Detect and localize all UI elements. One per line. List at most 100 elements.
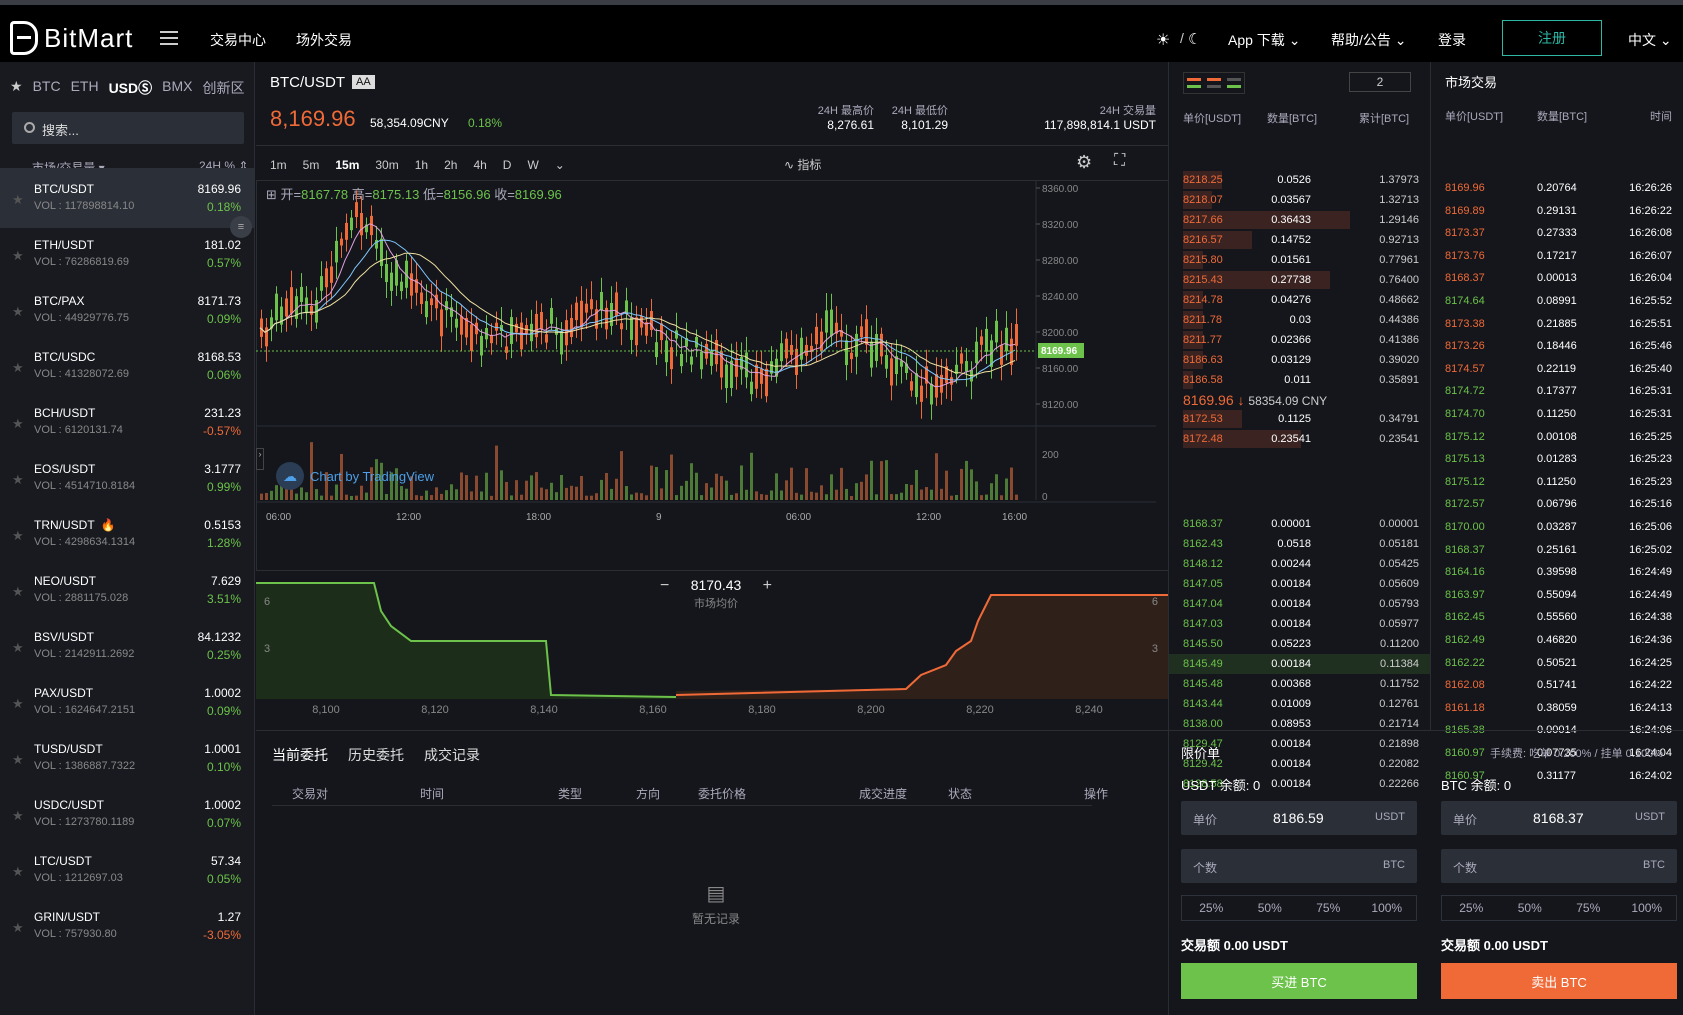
sell-price-input[interactable]: 单价 8168.37 USDT [1441, 801, 1677, 835]
chevron-down-icon[interactable]: ⌄ [555, 158, 565, 172]
interval-15m[interactable]: 15m [335, 158, 359, 172]
star-icon[interactable]: ★ [12, 584, 24, 600]
market-tab-1[interactable]: ETH [71, 78, 99, 98]
book-both-icon[interactable] [1187, 78, 1201, 88]
menu-icon[interactable] [160, 31, 178, 45]
sell-pct-0[interactable]: 25% [1442, 896, 1501, 920]
settings-gear-icon[interactable]: ⚙ [1076, 152, 1092, 173]
star-icon[interactable]: ★ [12, 864, 24, 880]
pair-row[interactable]: ★ BCH/USDT VOL : 6120131.74 231.23 -0.57% [0, 392, 255, 452]
kline-chart[interactable]: 1m 5m 15m 30m 1h 2h 4h D W ⌄ ∿ 指标 ⚙ ⛶ ⊞ 开=8167.78… [230, 146, 1168, 570]
interval-5m[interactable]: 5m [303, 158, 320, 172]
buy-pct-2[interactable]: 75% [1299, 896, 1358, 920]
ask-row[interactable]: 8211.77 0.02366 0.41386 [1169, 330, 1431, 350]
order-tab-2[interactable]: 成交记录 [424, 745, 480, 765]
interval-1m[interactable]: 1m [270, 158, 287, 172]
ask-row[interactable]: 8216.57 0.14752 0.92713 [1169, 230, 1431, 250]
interval-2h[interactable]: 2h [444, 158, 457, 172]
bid-row[interactable]: 8143.44 0.01009 0.12761 [1169, 694, 1431, 714]
star-icon[interactable]: ★ [12, 528, 24, 544]
ask-row[interactable]: 8186.63 0.03129 0.39020 [1169, 350, 1431, 370]
buy-pct-3[interactable]: 100% [1358, 896, 1417, 920]
brand-logo[interactable]: BitMart [10, 21, 133, 55]
ask-row[interactable]: 8217.66 0.36433 1.29146 [1169, 210, 1431, 230]
bid-row[interactable]: 8147.05 0.00184 0.05609 [1169, 574, 1431, 594]
sell-button[interactable]: 卖出 BTC [1441, 963, 1677, 999]
pair-row[interactable]: ★ USDC/USDT VOL : 1273780.1189 1.0002 0.07% [0, 784, 255, 844]
star-icon[interactable]: ★ [12, 248, 24, 264]
sell-pct-2[interactable]: 75% [1559, 896, 1618, 920]
bid-row[interactable]: 8168.37 0.00001 0.00001 [1169, 514, 1431, 534]
ask-row[interactable]: 8215.80 0.01561 0.77961 [1169, 250, 1431, 270]
star-icon[interactable]: ★ [12, 640, 24, 656]
buy-pct-1[interactable]: 50% [1241, 896, 1300, 920]
ticker-badge[interactable]: AA [352, 75, 375, 89]
order-tab-1[interactable]: 历史委托 [348, 745, 404, 765]
star-icon[interactable]: ★ [12, 920, 24, 936]
pair-row[interactable]: ★ ETH/USDT VOL : 76286819.69 181.02 0.57% [0, 224, 255, 284]
buy-qty-input[interactable]: 个数 BTC [1181, 849, 1417, 883]
star-icon[interactable]: ★ [12, 304, 24, 320]
zoom-out-icon[interactable]: − [660, 577, 669, 594]
interval-4h[interactable]: 4h [473, 158, 486, 172]
nav-help[interactable]: 帮助/公告 ⌄ [1331, 30, 1407, 50]
star-icon[interactable]: ★ [12, 192, 24, 208]
moon-icon[interactable]: ☾ [1188, 30, 1201, 48]
pair-row[interactable]: ★ NEO/USDT VOL : 2881175.028 7.629 3.51% [0, 560, 255, 620]
ask-row[interactable]: 8172.48 0.23541 0.23541 [1169, 429, 1431, 449]
bid-row[interactable]: 8145.49 0.00184 0.11384 [1169, 654, 1431, 674]
market-tab-2[interactable]: USDⓈ [109, 78, 153, 98]
depth-select[interactable]: 2 [1349, 72, 1411, 92]
zoom-in-icon[interactable]: + [763, 577, 772, 594]
drag-handle-icon[interactable]: ≡ [230, 216, 252, 238]
bid-row[interactable]: 8145.50 0.05223 0.11200 [1169, 634, 1431, 654]
bid-row[interactable]: 8162.43 0.0518 0.05181 [1169, 534, 1431, 554]
ask-row[interactable]: 8211.78 0.03 0.44386 [1169, 310, 1431, 330]
indicator-button[interactable]: ∿ 指标 [784, 156, 821, 173]
order-tab-0[interactable]: 当前委托 [272, 745, 328, 765]
pair-row[interactable]: ★ BSV/USDT VOL : 2142911.2692 84.1232 0.25% [0, 616, 255, 676]
sun-icon[interactable]: ☀ [1156, 30, 1170, 50]
sell-qty-input[interactable]: 个数 BTC [1441, 849, 1677, 883]
pair-row[interactable]: ★ BTC/USDT VOL : 117898814.10 8169.96 0.18% [0, 168, 255, 228]
ask-row[interactable]: 8218.07 0.03567 1.32713 [1169, 190, 1431, 210]
star-icon[interactable]: ★ [12, 808, 24, 824]
book-view-toggle[interactable] [1183, 72, 1245, 94]
pair-row[interactable]: ★ BTC/USDC VOL : 41328072.69 8168.53 0.06% [0, 336, 255, 396]
market-tab-3[interactable]: BMX [162, 78, 192, 98]
ask-row[interactable]: 8214.78 0.04276 0.48662 [1169, 290, 1431, 310]
ask-row[interactable]: 8172.53 0.1125 0.34791 [1169, 409, 1431, 429]
register-button[interactable]: 注册 [1502, 20, 1602, 56]
nav-otc[interactable]: 场外交易 [296, 30, 352, 50]
pair-row[interactable]: ★ BTC/PAX VOL : 44929776.75 8171.73 0.09% [0, 280, 255, 340]
bid-row[interactable]: 8148.12 0.00244 0.05425 [1169, 554, 1431, 574]
star-icon[interactable]: ★ [12, 752, 24, 768]
sell-pct-3[interactable]: 100% [1618, 896, 1677, 920]
interval-D[interactable]: D [503, 158, 512, 172]
favorites-star-icon[interactable]: ★ [10, 78, 23, 98]
language-select[interactable]: 中文 ⌄ [1628, 30, 1672, 50]
pair-row[interactable]: ★ TRN/USDT 🔥 VOL : 4298634.1314 0.5153 1.28% [0, 504, 255, 564]
book-asks-icon[interactable] [1207, 78, 1221, 88]
market-tab-0[interactable]: BTC [33, 78, 61, 98]
login-link[interactable]: 登录 [1438, 30, 1466, 50]
search-input[interactable]: 搜索... [12, 112, 244, 144]
sell-pct-1[interactable]: 50% [1501, 896, 1560, 920]
nav-trade-center[interactable]: 交易中心 [210, 30, 266, 50]
interval-1h[interactable]: 1h [415, 158, 428, 172]
tradingview-watermark[interactable]: ☁ Chart by TradingView [276, 462, 434, 490]
star-icon[interactable]: ★ [12, 696, 24, 712]
pair-row[interactable]: ★ PAX/USDT VOL : 1624647.2151 1.0002 0.09% [0, 672, 255, 732]
market-tab-4[interactable]: 创新区 [202, 78, 244, 98]
ask-row[interactable]: 8186.58 0.011 0.35891 [1169, 370, 1431, 390]
ask-row[interactable]: 8218.25 0.0526 1.37973 [1169, 170, 1431, 190]
fullscreen-icon[interactable]: ⛶ [1114, 152, 1125, 170]
interval-W[interactable]: W [527, 158, 538, 172]
interval-30m[interactable]: 30m [375, 158, 398, 172]
book-bids-icon[interactable] [1227, 78, 1241, 88]
collapse-chevron-icon[interactable]: › [256, 448, 264, 470]
star-icon[interactable]: ★ [12, 416, 24, 432]
buy-pct-0[interactable]: 25% [1182, 896, 1241, 920]
pair-row[interactable]: ★ GRIN/USDT VOL : 757930.80 1.27 -3.05% [0, 896, 255, 956]
star-icon[interactable]: ★ [12, 472, 24, 488]
